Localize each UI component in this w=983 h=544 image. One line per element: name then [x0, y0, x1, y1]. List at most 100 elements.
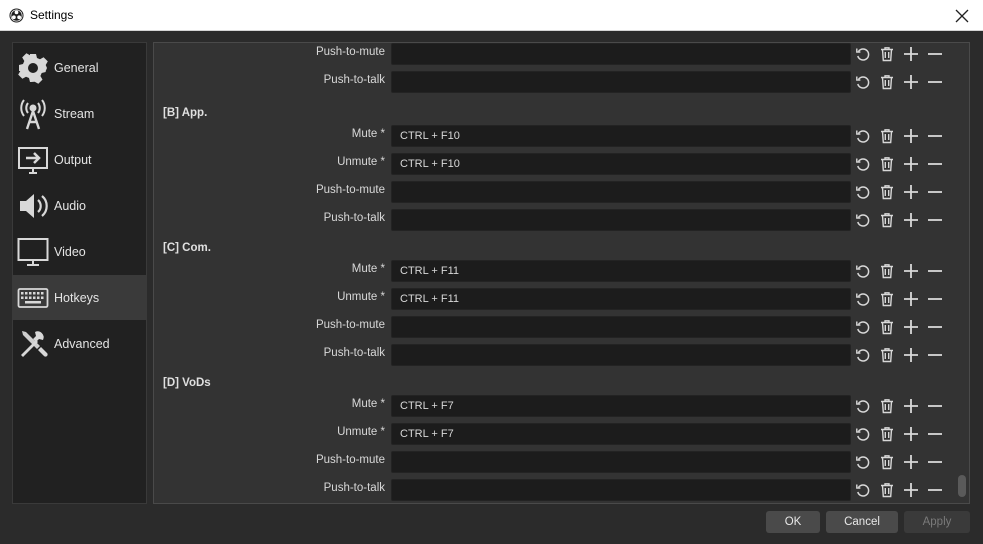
plus-icon: [904, 185, 918, 199]
plus-button[interactable]: [902, 397, 920, 415]
trash-button[interactable]: [878, 73, 896, 91]
minus-button[interactable]: [926, 262, 944, 280]
trash-button[interactable]: [878, 211, 896, 229]
minus-button[interactable]: [926, 211, 944, 229]
hotkey-input[interactable]: CTRL + F10: [391, 153, 851, 175]
minus-button[interactable]: [926, 73, 944, 91]
minus-button[interactable]: [926, 425, 944, 443]
hotkey-input[interactable]: CTRL + F7: [391, 423, 851, 445]
trash-button[interactable]: [878, 453, 896, 471]
revert-button[interactable]: [854, 183, 872, 201]
hotkey-input[interactable]: [391, 344, 851, 366]
trash-button[interactable]: [878, 262, 896, 280]
sidebar-item-general[interactable]: General: [13, 45, 146, 90]
plus-icon: [904, 427, 918, 441]
revert-button[interactable]: [854, 127, 872, 145]
plus-button[interactable]: [902, 290, 920, 308]
trash-icon: [881, 455, 893, 470]
sidebar-item-advanced[interactable]: Advanced: [13, 321, 146, 366]
sidebar-item-stream[interactable]: Stream: [13, 91, 146, 136]
hotkey-input[interactable]: [391, 71, 851, 93]
hotkey-input[interactable]: CTRL + F7: [391, 395, 851, 417]
hotkey-input[interactable]: [391, 209, 851, 231]
plus-button[interactable]: [902, 346, 920, 364]
minus-button[interactable]: [926, 183, 944, 201]
minus-button[interactable]: [926, 318, 944, 336]
trash-icon: [881, 427, 893, 442]
plus-button[interactable]: [902, 183, 920, 201]
minus-button[interactable]: [926, 453, 944, 471]
hotkey-actions: [854, 346, 944, 366]
scrollbar-thumb[interactable]: [958, 475, 966, 497]
minus-button[interactable]: [926, 397, 944, 415]
plus-button[interactable]: [902, 211, 920, 229]
hotkey-input[interactable]: CTRL + F10: [391, 125, 851, 147]
plus-button[interactable]: [902, 262, 920, 280]
hotkey-input[interactable]: [391, 43, 851, 65]
close-button[interactable]: [945, 0, 979, 31]
sidebar-item-label: Video: [54, 244, 86, 259]
sidebar-item-output[interactable]: Output: [13, 137, 146, 182]
sidebar-item-hotkeys[interactable]: Hotkeys: [13, 275, 146, 320]
plus-button[interactable]: [902, 155, 920, 173]
hotkey-input[interactable]: CTRL + F11: [391, 288, 851, 310]
minus-button[interactable]: [926, 45, 944, 63]
plus-button[interactable]: [902, 127, 920, 145]
revert-button[interactable]: [854, 481, 872, 499]
minus-button[interactable]: [926, 127, 944, 145]
revert-button[interactable]: [854, 45, 872, 63]
sidebar-item-label: General: [54, 60, 99, 75]
plus-icon: [904, 292, 918, 306]
minus-icon: [928, 461, 942, 463]
ok-button[interactable]: OK: [766, 511, 820, 533]
sidebar-item-video[interactable]: Video: [13, 229, 146, 274]
revert-icon: [856, 293, 870, 306]
revert-button[interactable]: [854, 290, 872, 308]
minus-icon: [928, 354, 942, 356]
hotkey-actions: [854, 290, 944, 310]
sidebar-item-audio[interactable]: Audio: [13, 183, 146, 228]
revert-button[interactable]: [854, 318, 872, 336]
hotkey-row: Push-to-mute: [154, 451, 969, 473]
hotkey-actions: [854, 262, 944, 282]
minus-button[interactable]: [926, 481, 944, 499]
trash-button[interactable]: [878, 397, 896, 415]
revert-button[interactable]: [854, 346, 872, 364]
plus-button[interactable]: [902, 425, 920, 443]
trash-button[interactable]: [878, 155, 896, 173]
plus-button[interactable]: [902, 73, 920, 91]
trash-button[interactable]: [878, 45, 896, 63]
plus-button[interactable]: [902, 453, 920, 471]
plus-icon: [904, 129, 918, 143]
minus-button[interactable]: [926, 155, 944, 173]
plus-button[interactable]: [902, 45, 920, 63]
minus-button[interactable]: [926, 290, 944, 308]
revert-button[interactable]: [854, 73, 872, 91]
hotkey-label: Mute *: [351, 398, 385, 410]
revert-button[interactable]: [854, 155, 872, 173]
trash-button[interactable]: [878, 127, 896, 145]
trash-button[interactable]: [878, 346, 896, 364]
plus-button[interactable]: [902, 318, 920, 336]
trash-button[interactable]: [878, 318, 896, 336]
hotkey-input[interactable]: CTRL + F11: [391, 260, 851, 282]
apply-button[interactable]: Apply: [904, 511, 970, 533]
revert-button[interactable]: [854, 453, 872, 471]
trash-button[interactable]: [878, 425, 896, 443]
trash-button[interactable]: [878, 183, 896, 201]
revert-button[interactable]: [854, 425, 872, 443]
plus-button[interactable]: [902, 481, 920, 499]
revert-button[interactable]: [854, 262, 872, 280]
revert-button[interactable]: [854, 397, 872, 415]
minus-button[interactable]: [926, 346, 944, 364]
hotkey-input[interactable]: [391, 316, 851, 338]
trash-button[interactable]: [878, 481, 896, 499]
trash-button[interactable]: [878, 290, 896, 308]
cancel-button[interactable]: Cancel: [826, 511, 898, 533]
gear-icon: [16, 51, 50, 85]
revert-button[interactable]: [854, 211, 872, 229]
hotkey-label: Push-to-mute: [315, 184, 385, 196]
hotkey-input[interactable]: [391, 181, 851, 203]
hotkey-input[interactable]: [391, 479, 851, 501]
hotkey-input[interactable]: [391, 451, 851, 473]
